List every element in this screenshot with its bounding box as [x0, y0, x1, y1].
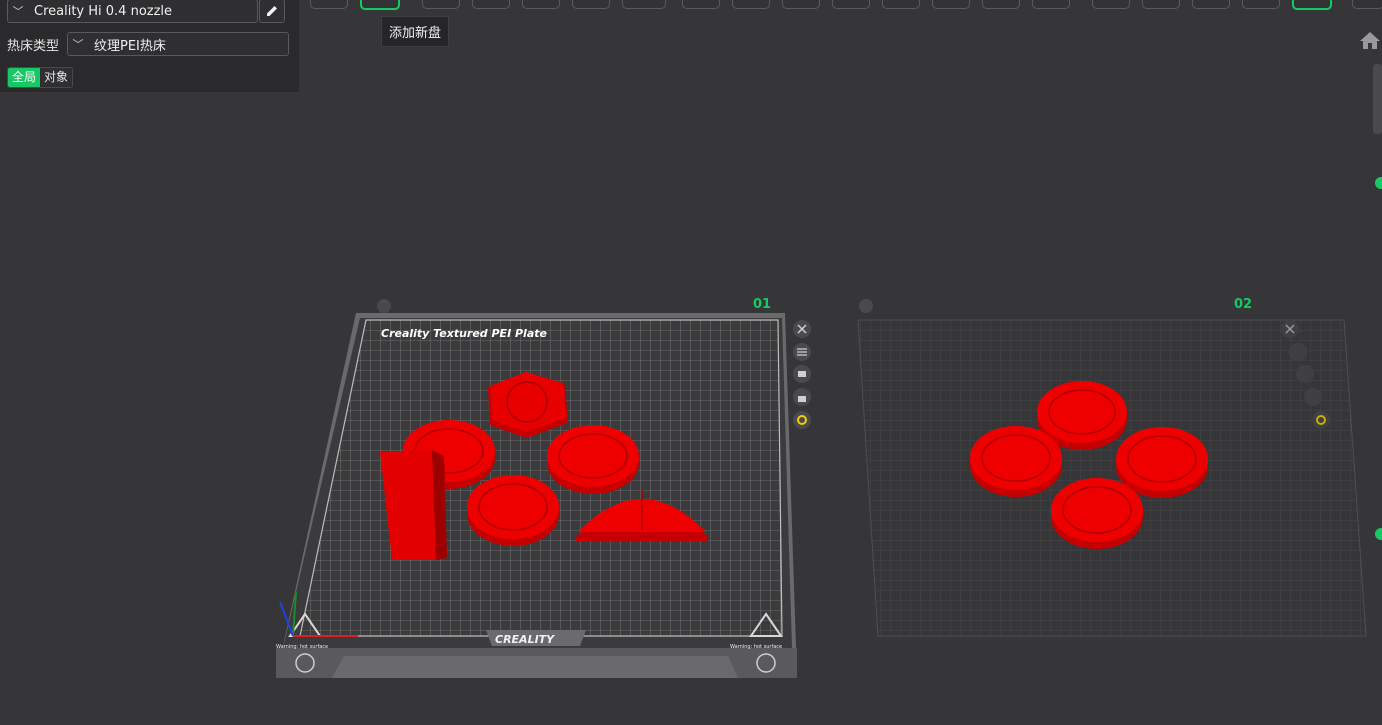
toolbar-tool-button[interactable]	[782, 0, 820, 9]
plate-number-1: 01	[753, 297, 771, 312]
printer-select[interactable]: ﹀ Creality Hi 0.4 nozzle	[7, 0, 258, 23]
toolbar-tool-button[interactable]	[932, 0, 970, 9]
toolbar-tool-button[interactable]	[882, 0, 920, 9]
toolbar-orient-button[interactable]	[422, 0, 460, 9]
orient-icon[interactable]	[1296, 365, 1314, 383]
toolbar-tool-button[interactable]	[1142, 0, 1180, 9]
home-icon[interactable]	[1359, 30, 1381, 50]
edit-plate-icon[interactable]	[859, 299, 873, 313]
pencil-icon	[267, 6, 277, 16]
chevron-down-icon: ﹀	[72, 38, 84, 51]
panel-handle-bottom[interactable]	[1375, 528, 1382, 540]
toolbar-tool-button[interactable]	[1192, 0, 1230, 9]
scrollbar[interactable]	[1373, 64, 1382, 134]
toolbar-tool-button[interactable]	[732, 0, 770, 9]
toolbar-add-plate-button[interactable]	[360, 0, 400, 10]
settings-panel: ﹀ Creality Hi 0.4 nozzle 热床类型 ﹀ 纹理PEI热床 …	[0, 0, 299, 92]
toolbar-tool-button[interactable]	[1292, 0, 1332, 10]
bed-type-value: 纹理PEI热床	[94, 38, 166, 54]
toolbar-tool-button[interactable]	[622, 0, 666, 9]
toolbar-tool-button[interactable]	[982, 0, 1020, 9]
toolbar-tool-button[interactable]	[832, 0, 870, 9]
toolbar-tool-button[interactable]	[1092, 0, 1130, 9]
chevron-down-icon: ﹀	[12, 5, 24, 18]
printer-name: Creality Hi 0.4 nozzle	[34, 3, 173, 19]
toolbar-layout-button[interactable]	[572, 0, 610, 9]
toolbar-tool-button[interactable]	[682, 0, 720, 9]
scope-object-tab[interactable]: 对象	[40, 68, 73, 87]
bed-brand: CREALITY	[495, 633, 555, 646]
warning-text-left: Warning: hot surface	[276, 644, 328, 650]
toolbar-arrange-button[interactable]	[472, 0, 510, 9]
lock-icon[interactable]	[1304, 388, 1322, 406]
bed-title: Creality Textured PEI Plate	[381, 327, 548, 340]
edit-printer-button[interactable]	[259, 0, 285, 23]
panel-handle-top[interactable]	[1375, 177, 1382, 189]
3d-viewport[interactable]: Creality Textured PEI Plate 01 CREALITY …	[0, 0, 1382, 725]
toolbar-tool-button[interactable]	[1032, 0, 1070, 9]
tooltip: 添加新盘	[381, 16, 450, 47]
toolbar-tool-button[interactable]	[1352, 0, 1382, 9]
toolbar-tool-button[interactable]	[1242, 0, 1280, 9]
bed-type-label: 热床类型	[7, 38, 60, 54]
scope-toggle: 全局 对象	[7, 67, 74, 88]
edit-plate-icon[interactable]	[377, 299, 391, 313]
settings-icon[interactable]	[1312, 411, 1330, 429]
arrange-icon[interactable]	[1289, 343, 1307, 361]
warning-text-right: Warning: hot surface	[730, 644, 782, 650]
plate-number-2: 02	[1234, 297, 1252, 312]
toolbar-split-button[interactable]	[522, 0, 560, 9]
scope-global-tab[interactable]: 全局	[8, 68, 41, 87]
settings-icon[interactable]	[793, 411, 811, 429]
bed-type-select[interactable]: ﹀ 纹理PEI热床	[67, 32, 289, 56]
toolbar-add-object-button[interactable]	[310, 0, 348, 9]
